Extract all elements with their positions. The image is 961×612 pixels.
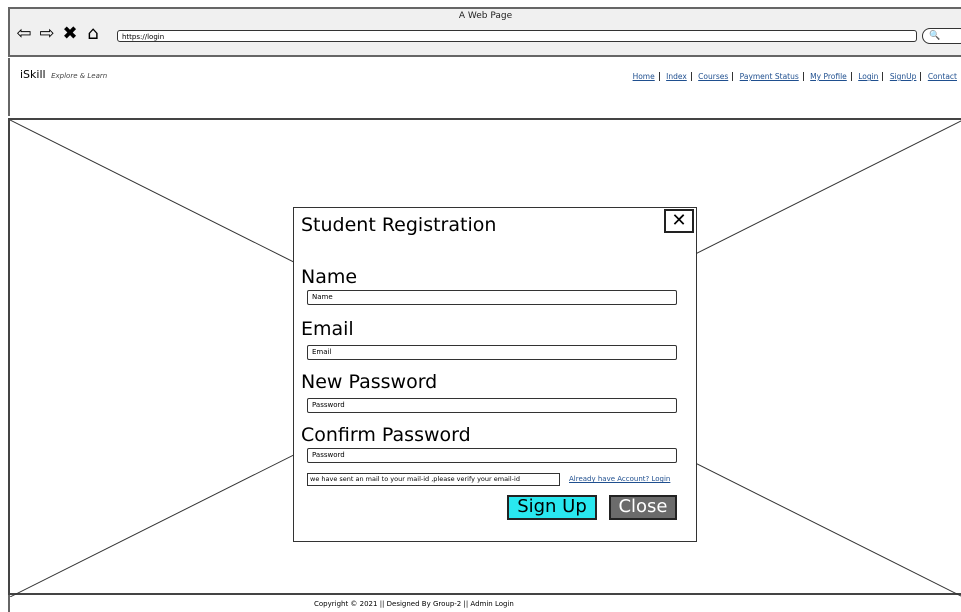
nav-payment-status[interactable]: Payment Status [735,72,804,81]
nav-courses[interactable]: Courses [694,72,734,81]
close-x-icon[interactable]: ✕ [664,209,694,233]
modal-title: Student Registration [301,214,497,236]
verification-notice: we have sent an mail to your mail-id ,pl… [307,473,560,486]
browser-search[interactable]: 🔍 [922,28,961,44]
name-label: Name [301,266,358,288]
brand[interactable]: iSkill Explore & Learn [20,68,107,81]
forward-arrow-icon[interactable]: ⇨ [37,24,57,44]
search-icon: 🔍 [929,31,941,41]
confirm-password-input[interactable]: Password [307,448,677,463]
name-input[interactable]: Name [307,290,677,305]
close-icon[interactable]: ✖ [60,24,80,44]
signup-button[interactable]: Sign Up [507,495,597,520]
site-header: iSkill Explore & Learn Home Index Course… [8,58,961,116]
new-password-input[interactable]: Password [307,398,677,413]
url-field[interactable]: https://login [117,30,917,42]
new-password-label: New Password [301,371,438,393]
home-icon[interactable]: ⌂ [83,24,103,44]
brand-tagline: Explore & Learn [51,72,108,80]
browser-toolbar: A Web Page ⇦ ⇨ ✖ ⌂ https://login 🔍 [8,7,961,57]
nav-signup[interactable]: SignUp [885,72,922,81]
footer-text: Copyright © 2021 || Designed By Group-2 … [314,600,514,608]
login-link[interactable]: Already have Account? Login [569,475,670,483]
brand-name: iSkill [20,68,46,81]
back-arrow-icon[interactable]: ⇦ [14,24,34,44]
confirm-password-label: Confirm Password [301,424,471,446]
footer: Copyright © 2021 || Designed By Group-2 … [8,595,961,612]
top-nav: Home Index Courses Payment Status My Pro… [628,72,961,81]
close-button[interactable]: Close [609,495,677,520]
nav-my-profile[interactable]: My Profile [806,72,852,81]
browser-title: A Web Page [458,11,513,21]
email-label: Email [301,318,354,340]
nav-contact[interactable]: Contact [924,72,961,81]
nav-login[interactable]: Login [854,72,884,81]
nav-home[interactable]: Home [628,72,660,81]
nav-index[interactable]: Index [662,72,692,81]
email-input[interactable]: Email [307,345,677,360]
registration-modal: Student Registration ✕ Name Name Email E… [293,207,697,542]
